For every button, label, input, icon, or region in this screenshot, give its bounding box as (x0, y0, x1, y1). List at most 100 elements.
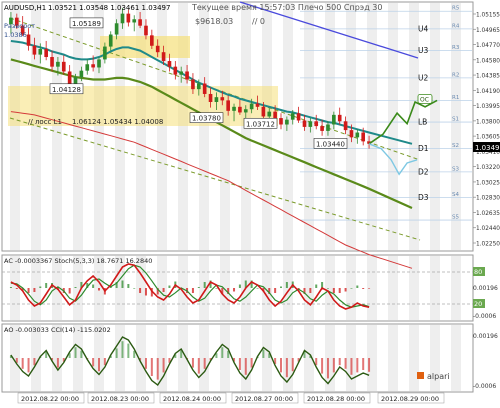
ao-hist-bar (332, 358, 335, 373)
ac-hist-bar (332, 288, 335, 293)
price-tick-label: 1.02830 (476, 196, 500, 202)
candle-body (32, 45, 37, 55)
ao-hist-bar (321, 358, 324, 374)
pivot-label-r5: R5 (452, 6, 460, 12)
ac-hist-bar (33, 288, 36, 292)
candle-body (126, 13, 131, 23)
candle-body (326, 124, 330, 131)
pivot-label-r4: R4 (452, 23, 460, 29)
candle-body (208, 93, 213, 102)
ao-hist-bar (350, 358, 353, 375)
candle-body (44, 48, 48, 58)
candle-body (290, 113, 295, 120)
ac-hist-bar (256, 288, 259, 289)
price-tick-label: 1.03605 (476, 135, 500, 141)
balance-text: $9618.03 (195, 17, 233, 26)
ao-hist-bar (244, 358, 247, 375)
candle-body (114, 23, 119, 35)
candle-body (243, 109, 248, 113)
session-shade-band (409, 256, 419, 320)
price-tick-label: 1.03025 (476, 180, 500, 186)
pivot-label-s1: S1 (452, 117, 459, 123)
ao-hist-bar (203, 358, 206, 369)
candle-body (226, 100, 230, 111)
slash-value-text: // 0 (252, 17, 265, 26)
session-shade-band (430, 325, 440, 391)
price-tick-label: 1.04385 (476, 74, 500, 80)
candle-body (285, 119, 289, 125)
razvorot-value: 1.0386 (4, 31, 27, 39)
ao-hist-bar (33, 358, 36, 366)
session-shade-band (367, 3, 377, 250)
level-label-d1: D1 (418, 144, 429, 153)
price-tick-label: 1.04190 (476, 89, 500, 95)
ao-hist-bar (221, 347, 224, 358)
time-tick-label: 2012.08.29 00:00 (381, 395, 439, 403)
price-tick-label: 1.03220 (476, 165, 500, 171)
candle-body (38, 48, 43, 55)
ao-hist-bar (285, 358, 288, 378)
ac-hist-bar (274, 288, 277, 293)
session-shade-band (388, 256, 398, 320)
level-label-d2: D2 (418, 167, 429, 176)
candle-body (349, 130, 354, 138)
ac-hist-bar (344, 288, 347, 292)
candle-body (232, 106, 236, 111)
level-label-u2: U2 (418, 73, 428, 82)
pivot-label-s5: S5 (452, 215, 459, 221)
ao-hist-bar (115, 348, 118, 358)
ao-hist-bar (238, 358, 241, 370)
candle-body (79, 70, 84, 78)
price-tick-label: 1.04770 (476, 43, 500, 49)
ac-hist-bar (280, 286, 282, 288)
ac-hist-bar (15, 288, 18, 289)
ac-hist-bar (9, 287, 12, 288)
candle-body (120, 13, 125, 24)
candle-body (138, 19, 142, 26)
candle-body (302, 120, 307, 127)
session-shade-band (451, 256, 461, 320)
ohlc-values: 1.03521 1.03548 1.03461 1.03497 (48, 4, 170, 12)
ao-hist-bar (326, 358, 329, 379)
symbol-timeframe: AUDUSD,H1 (4, 4, 46, 12)
ac-hist-bar (215, 288, 218, 289)
session-shade-band (451, 325, 461, 391)
candle-body (255, 103, 260, 107)
ac-hist-bar (121, 280, 124, 288)
candle-body (150, 35, 154, 46)
ac-hist-bar (98, 288, 100, 291)
pivot-label-r2: R2 (452, 72, 459, 78)
candle-body (279, 118, 283, 125)
ao-hist-bar (127, 343, 130, 358)
ac-hist-bar (144, 288, 147, 296)
candle-body (214, 97, 219, 102)
terminal-chart-window: R5 R4 U4 R3 U3 R2 U2 R1 OC S1 LB S2 D1 S3 D2 S4 D3 S5 1.0… (0, 0, 500, 408)
level-label-u3: U3 (418, 46, 428, 55)
candle-body (332, 114, 336, 125)
candle-body (173, 66, 178, 75)
candle-body (91, 64, 95, 68)
candle-body (273, 111, 277, 119)
price-tick-label: 1.05155 (476, 13, 500, 19)
candle-body (343, 121, 348, 131)
ao-hist-bar (144, 358, 147, 369)
razvorot-label: Разворот (4, 22, 35, 30)
candle-body (73, 77, 78, 84)
price-callout-label: 1.03440 (316, 140, 345, 148)
ao-hist-bar (92, 358, 95, 367)
candle-body (179, 71, 184, 75)
ac-hist-bar (68, 288, 71, 294)
candle-body (337, 114, 342, 122)
price-tick-label: 1.02635 (476, 211, 500, 217)
session-shade-band (388, 325, 398, 391)
candle-body (167, 61, 172, 67)
cci-tick-high: 0.00196 (473, 333, 498, 340)
session-shade-band (388, 3, 398, 250)
ac-hist-bar (362, 288, 365, 289)
ao-hist-bar (156, 358, 159, 380)
level-label-u4: U4 (418, 24, 428, 33)
ao-hist-bar (368, 358, 371, 372)
time-tick-label: 2012.08.28 00:00 (307, 395, 365, 403)
ac-hist-bar (338, 288, 341, 293)
candle-body (132, 19, 137, 23)
